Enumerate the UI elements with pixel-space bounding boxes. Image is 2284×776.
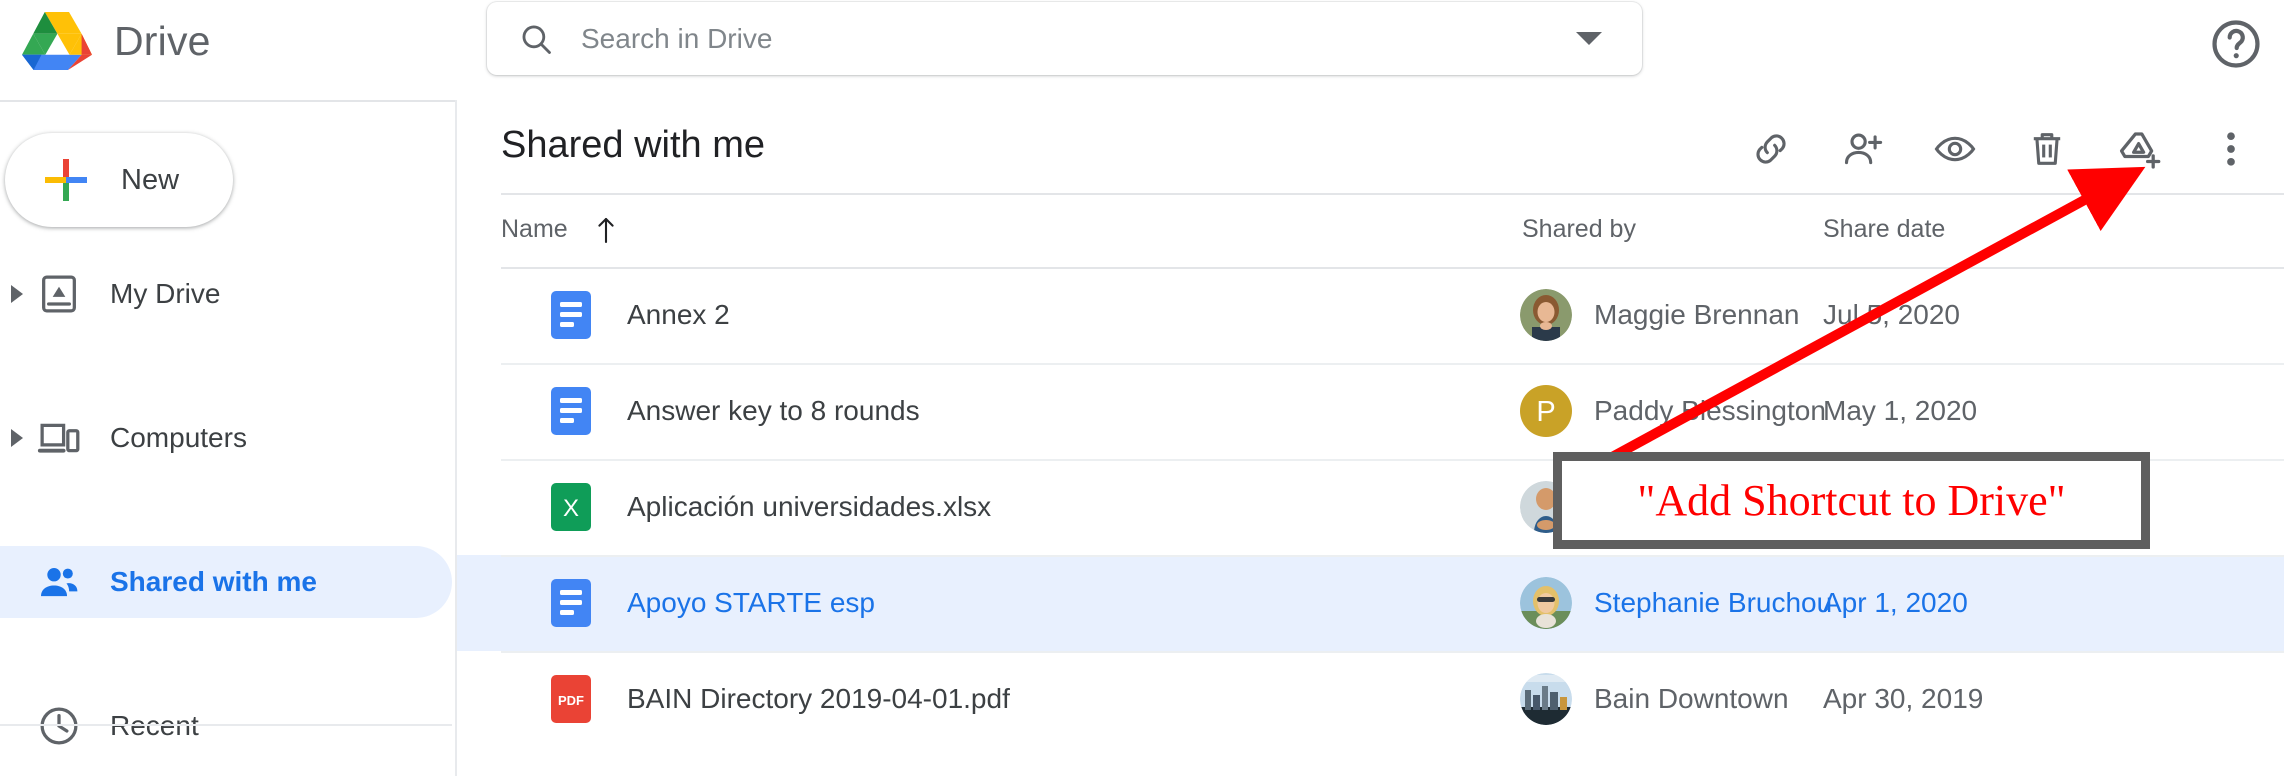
my-drive-icon (36, 271, 82, 317)
chevron-down-icon[interactable] (1576, 32, 1602, 45)
top-bar: Drive (0, 0, 2284, 100)
table-row[interactable]: Answer key to 8 rounds P Paddy Blessingt… (457, 363, 2284, 459)
new-button-label: New (121, 163, 180, 196)
google-docs-icon (551, 579, 591, 627)
avatar (1520, 481, 1572, 533)
google-docs-icon (551, 387, 591, 435)
share-date: Jul 5, 2020 (1823, 299, 1960, 330)
search-bar[interactable] (487, 2, 1642, 75)
sidebar-item-label: Recent (110, 710, 199, 741)
table-row[interactable]: PDF BAIN Directory 2019-04-01.pdf Bain D… (457, 651, 2284, 747)
sidebar-nav: My Drive Computers Shared with me Recent (0, 258, 455, 745)
app-name: Drive (114, 17, 211, 64)
shared-by-cell: Estanislao Manicotti (1520, 481, 1843, 533)
sidebar-bottom-divider (0, 724, 452, 726)
more-actions-button[interactable] (2198, 118, 2264, 184)
share-date: May 1, 2020 (1823, 395, 1978, 426)
share-date: Dec 12, 2020 (1823, 491, 1990, 522)
svg-text:P: P (1536, 396, 1555, 428)
page-title: Shared with me (501, 124, 766, 166)
svg-text:X: X (563, 495, 579, 522)
google-drive-window: Drive Search in Drive New My Drive Compu… (0, 0, 2284, 776)
sidebar-item-label: Computers (110, 422, 247, 453)
more-vert-icon (2209, 127, 2253, 176)
person-add-icon (1841, 127, 1885, 176)
shared-by-cell: P Paddy Blessington (1520, 385, 1826, 437)
trash-icon (2025, 127, 2069, 176)
chevron-right-icon[interactable] (0, 258, 34, 330)
sidebar-item-label: Shared with me (110, 566, 317, 597)
google-docs-icon (551, 291, 591, 339)
help-circle-icon[interactable] (2208, 16, 2264, 72)
arrow-up-icon (594, 216, 618, 244)
table-header: Name Shared by Share date (457, 193, 2284, 269)
main-content: Shared with me Name Shared by Share date… (457, 100, 2284, 776)
share-date: Apr 30, 2019 (1823, 683, 1984, 714)
row-divider (501, 555, 2284, 557)
sidebar-item-recent[interactable]: Recent (0, 690, 452, 762)
preview-button[interactable] (1922, 118, 1988, 184)
add-shortcut-to-drive-icon (2116, 126, 2162, 177)
share-date: Apr 1, 2020 (1823, 587, 1968, 618)
file-name[interactable]: Annex 2 (627, 299, 730, 331)
plus-multicolor-icon (43, 157, 89, 203)
pdf-icon: PDF (551, 675, 591, 723)
shared-by-cell: Stephanie Bruchou (1520, 577, 1832, 629)
shared-by-cell: Bain Downtown (1520, 673, 1789, 725)
search-input[interactable] (581, 22, 1576, 55)
avatar (1520, 289, 1572, 341)
sidebar: New My Drive Computers Shared with me Re… (0, 100, 455, 776)
new-button[interactable]: New (5, 133, 233, 227)
owner-name: Bain Downtown (1594, 683, 1789, 714)
avatar (1520, 577, 1572, 629)
sidebar-item-my-drive[interactable]: My Drive (0, 258, 452, 330)
remove-button[interactable] (2014, 118, 2080, 184)
sidebar-item-computers[interactable]: Computers (0, 402, 452, 474)
column-header-name-label: Name (501, 215, 568, 243)
row-divider (501, 459, 2284, 461)
google-drive-logo-icon (22, 10, 92, 72)
people-icon (36, 559, 82, 605)
main-header: Shared with me (457, 100, 2284, 195)
file-name[interactable]: Aplicación universidades.xlsx (627, 491, 991, 523)
column-header-share-date[interactable]: Share date (1823, 215, 1945, 244)
table-row[interactable]: Apoyo STARTE esp Stephanie Bruchou Apr 1… (457, 555, 2284, 651)
content-toolbar (1738, 118, 2264, 184)
computers-icon (36, 415, 82, 461)
column-header-name[interactable]: Name (501, 215, 618, 244)
excel-spreadsheet-icon: X (551, 483, 591, 531)
row-divider (501, 363, 2284, 365)
file-name[interactable]: BAIN Directory 2019-04-01.pdf (627, 683, 1010, 715)
sidebar-item-shared-with-me[interactable]: Shared with me (0, 546, 452, 618)
link-icon (1749, 127, 1793, 176)
file-name[interactable]: Answer key to 8 rounds (627, 395, 920, 427)
clock-icon (36, 703, 82, 749)
avatar: P (1520, 385, 1572, 437)
sidebar-item-label: My Drive (110, 278, 221, 309)
file-name[interactable]: Apoyo STARTE esp (627, 587, 875, 619)
table-row[interactable]: Annex 2 Maggie Brennan Jul 5, 2020 (457, 267, 2284, 363)
brand[interactable]: Drive (22, 10, 211, 72)
avatar (1520, 673, 1572, 725)
chevron-right-icon[interactable] (0, 402, 34, 474)
table-row[interactable]: X Aplicación universidades.xlsx Estanisl… (457, 459, 2284, 555)
owner-name: Paddy Blessington (1594, 395, 1826, 426)
owner-name: Stephanie Bruchou (1594, 587, 1833, 618)
svg-text:PDF: PDF (558, 693, 584, 708)
eye-icon (1933, 127, 1977, 176)
column-header-shared-by[interactable]: Shared by (1522, 215, 1636, 244)
owner-name: Maggie Brennan (1594, 299, 1800, 330)
owner-name: Estanislao Manicotti (1594, 491, 1844, 522)
search-icon (519, 22, 553, 56)
row-divider (501, 651, 2284, 653)
get-link-button[interactable] (1738, 118, 1804, 184)
share-button[interactable] (1830, 118, 1896, 184)
shared-by-cell: Maggie Brennan (1520, 289, 1799, 341)
add-shortcut-to-drive-button[interactable] (2106, 118, 2172, 184)
